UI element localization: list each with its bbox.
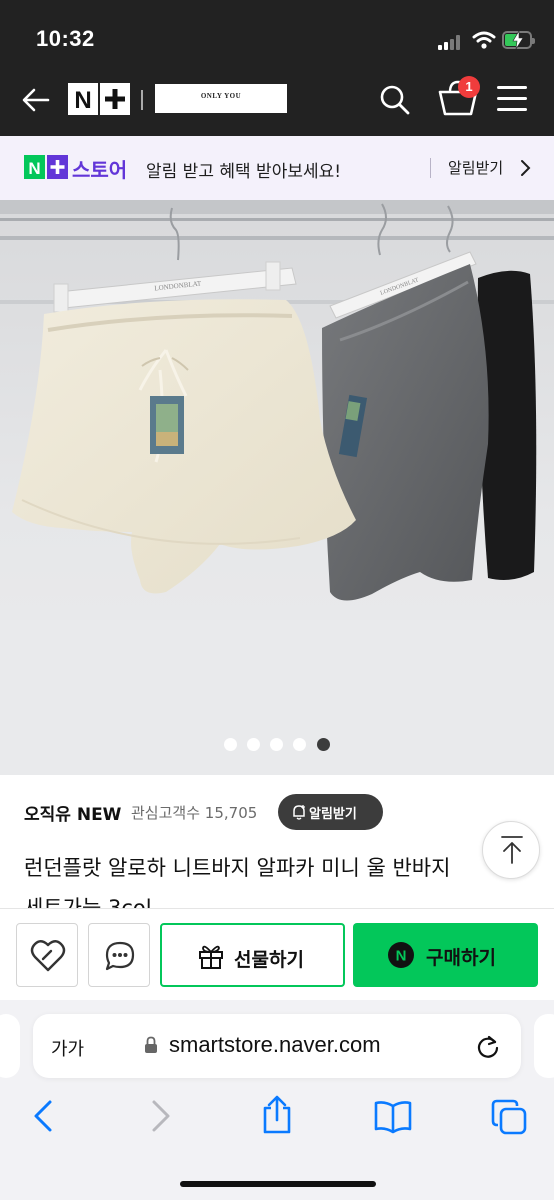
svg-text:N: N — [396, 948, 407, 965]
talk-talk-button[interactable] — [88, 923, 150, 987]
cart-count-badge: 1 — [458, 76, 480, 98]
interest-value: 15,705 — [204, 804, 258, 822]
brand-logo[interactable]: ONLY YOU — [155, 84, 287, 113]
naver-plus-store-logo: N — [24, 155, 68, 179]
menu-icon[interactable] — [497, 86, 529, 112]
wifi-icon — [472, 31, 496, 49]
home-indicator — [180, 1181, 376, 1187]
carousel-indicator — [224, 738, 334, 752]
brand-name: ONLY YOU — [200, 92, 242, 100]
banner-store-label: 스토어 — [72, 158, 128, 182]
back-arrow-icon[interactable] — [20, 84, 52, 116]
lock-icon — [145, 1036, 157, 1053]
reload-icon[interactable] — [476, 1034, 500, 1058]
product-image[interactable]: LONDONBLAT LONDONBLAT — [0, 200, 554, 775]
banner-subscribe-link[interactable]: 알림받기 — [448, 157, 503, 178]
previous-tab-peek[interactable] — [0, 1014, 20, 1078]
subscribe-alert-label: 알림받기 — [309, 807, 357, 822]
search-icon[interactable] — [377, 82, 411, 116]
tabs-icon[interactable] — [490, 1098, 528, 1136]
header-divider — [141, 90, 143, 110]
product-title-line2: 세트가능 3col — [24, 896, 152, 910]
gift-button[interactable]: 선물하기 — [160, 923, 345, 987]
product-title: 런던플랏 알로하 니트바지 알파카 미니 울 반바지 세트가능 3col — [24, 848, 524, 910]
chevron-right-icon — [521, 160, 531, 176]
seller-name[interactable]: 오직유 NEW — [24, 800, 121, 825]
heart-icon — [30, 940, 66, 972]
subscribe-alert-button[interactable]: 알림받기 — [278, 794, 383, 830]
carousel-dot[interactable] — [247, 738, 260, 751]
store-alert-banner[interactable]: N 스토어 알림 받고 혜택 받아보세요! 알림받기 — [0, 136, 554, 200]
bookmarks-icon[interactable] — [373, 1100, 413, 1134]
battery-icon — [502, 31, 535, 49]
scroll-to-top-button[interactable] — [482, 821, 540, 879]
carousel-dot[interactable] — [270, 738, 283, 751]
text-size-button[interactable]: 가가 — [51, 1035, 84, 1061]
purchase-action-bar: 선물하기 N 구매하기 — [0, 908, 554, 1000]
forward-icon[interactable] — [150, 1098, 172, 1134]
cellular-signal-icon — [438, 34, 466, 50]
naver-plus-logo[interactable]: N — [68, 83, 130, 115]
address-bar[interactable]: 가가 smartstore.naver.com — [33, 1014, 521, 1078]
share-icon[interactable] — [260, 1094, 294, 1136]
back-icon[interactable] — [32, 1098, 54, 1134]
carousel-dot[interactable] — [224, 738, 237, 751]
banner-message: 알림 받고 혜택 받아보세요! — [146, 162, 342, 182]
interest-label: 관심고객수 — [131, 804, 201, 822]
naver-n-letter: N — [74, 87, 91, 114]
status-bar: 10:32 — [0, 0, 554, 74]
chat-bubble-icon — [105, 941, 135, 971]
url-text: smartstore.naver.com — [169, 1032, 381, 1057]
buy-button[interactable]: N 구매하기 — [353, 923, 538, 987]
wishlist-button[interactable] — [16, 923, 78, 987]
product-photo-drawing: LONDONBLAT LONDONBLAT — [0, 200, 554, 775]
carousel-dot-active[interactable] — [317, 738, 330, 751]
banner-divider — [430, 158, 431, 178]
interest-count: 관심고객수 15,705 — [131, 802, 257, 823]
gift-label: 선물하기 — [234, 949, 304, 971]
gift-box-icon — [199, 945, 223, 969]
naver-pay-icon: N — [388, 942, 414, 968]
carousel-dot[interactable] — [293, 738, 306, 751]
bell-plus-icon — [293, 805, 305, 820]
buy-label: 구매하기 — [426, 947, 496, 969]
svg-text:N: N — [28, 159, 40, 178]
product-title-line1: 런던플랏 알로하 니트바지 알파카 미니 울 반바지 — [24, 856, 451, 880]
next-tab-peek[interactable] — [534, 1014, 554, 1078]
status-time: 10:32 — [36, 26, 95, 51]
arrow-up-icon — [501, 836, 523, 864]
